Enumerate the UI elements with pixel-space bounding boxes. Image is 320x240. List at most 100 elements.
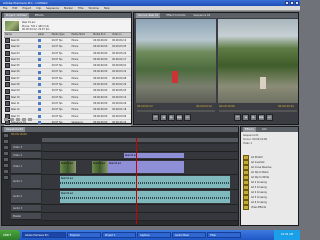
tab-project[interactable]: Project: Untitled	[4, 13, 29, 18]
col-name[interactable]: Name	[4, 33, 38, 37]
track-header[interactable]: Master	[11, 213, 41, 220]
step-forward-button[interactable]: ▶▶	[258, 114, 265, 121]
menu-edit[interactable]: Edit	[12, 6, 17, 10]
menu-help[interactable]: Help	[104, 6, 110, 10]
taskbar-item[interactable]: Project 1	[102, 232, 136, 238]
cell-label	[37, 120, 52, 125]
timeline-clip[interactable]: Reel 04.avi	[124, 153, 184, 158]
track-lane[interactable]: Reel 02.avi	[42, 190, 238, 205]
close-icon[interactable]	[295, 1, 299, 5]
track-lane[interactable]: Reel 04.avi	[42, 152, 238, 160]
minimize-icon[interactable]	[285, 1, 289, 5]
track-lane[interactable]	[42, 144, 238, 152]
menu-sequence[interactable]: Sequence	[46, 6, 59, 10]
taskbar-item[interactable]: Audio Mixer	[172, 232, 206, 238]
new-item-icon[interactable]	[22, 118, 26, 121]
cell-type: Movie	[71, 70, 79, 74]
tab-effects[interactable]: Effects	[243, 127, 256, 132]
maximize-icon[interactable]	[290, 1, 294, 5]
program-scrubber[interactable]	[219, 110, 297, 112]
tab-source[interactable]: Source: Reel 01	[136, 13, 161, 18]
tab-info[interactable]: Info	[260, 127, 269, 132]
cell-end: 00;00;03;05	[112, 45, 127, 49]
cell-end: 00;00;04;12	[112, 39, 127, 42]
col-media-end[interactable]: Media End	[93, 33, 112, 37]
track-header[interactable]: Audio 1	[11, 175, 41, 189]
col-media-start[interactable]: Media Start	[71, 33, 93, 37]
step-forward-button[interactable]: ▶▶	[176, 114, 183, 121]
play-button[interactable]: ▶	[168, 114, 175, 121]
program-monitor-video[interactable]	[218, 19, 298, 103]
menu-title[interactable]: Title	[78, 6, 84, 10]
tab-effect-controls[interactable]: Effect Controls	[164, 13, 187, 18]
slip-tool-icon[interactable]	[3, 157, 9, 162]
track-header[interactable]: Audio 3	[11, 205, 41, 212]
tab-program[interactable]: Sequence 01	[191, 13, 212, 18]
new-bin-icon[interactable]	[16, 118, 20, 121]
source-monitor-video[interactable]	[136, 19, 216, 103]
go-to-out-button[interactable]: ⏭	[184, 114, 191, 121]
zoom-tool-icon[interactable]	[3, 175, 9, 180]
source-scrubber[interactable]	[137, 110, 215, 112]
video-subject	[260, 77, 266, 89]
go-to-in-button[interactable]: ⏮	[152, 114, 159, 121]
step-back-button[interactable]: ◀	[160, 114, 167, 121]
timeline-playhead[interactable]	[136, 138, 137, 224]
timeline-audio-clip[interactable]: Reel 02.avi	[60, 191, 230, 203]
track-lane[interactable]	[42, 213, 238, 221]
menu-marker[interactable]: Marker	[64, 6, 73, 10]
track-lane[interactable]: Reel 01.avi	[42, 175, 238, 190]
trash-icon[interactable]	[28, 118, 32, 121]
track-header[interactable]: Video 3	[11, 144, 41, 151]
icon-view-icon[interactable]	[10, 118, 14, 121]
col-media-type[interactable]: Media Type	[52, 33, 72, 37]
taskbar-item[interactable]: Adobe Premiere Pro	[22, 232, 66, 238]
track-select-icon[interactable]	[3, 139, 9, 144]
step-back-button[interactable]: ◀	[242, 114, 249, 121]
start-button[interactable]: start	[0, 230, 20, 240]
go-to-out-button[interactable]: ⏭	[266, 114, 273, 121]
razor-tool-icon[interactable]	[3, 151, 9, 156]
timeline-clip[interactable]: Reel 03.avi	[108, 161, 184, 173]
menu-file[interactable]: File	[3, 6, 7, 10]
timeline-clip[interactable]: Reel 02.avi	[92, 161, 108, 173]
timeline-timecode[interactable]: 00;00;16;06	[11, 133, 27, 136]
col-label[interactable]: Label	[38, 33, 52, 37]
audio-waveform	[60, 182, 230, 184]
list-view-icon[interactable]	[4, 118, 8, 121]
taskbar-item[interactable]: Capture	[137, 232, 171, 238]
clip-name: Reel 11	[11, 101, 20, 105]
track-video-3: Video 3	[11, 144, 238, 152]
program-timecode[interactable]: 00;00;16;06	[219, 105, 235, 108]
tab-effects-project[interactable]: Effects	[33, 13, 46, 18]
col-video-in[interactable]: Video In	[112, 33, 131, 37]
tab-sequence[interactable]: Sequence 01	[4, 127, 25, 132]
track-header[interactable]: Video 1	[11, 160, 41, 174]
pen-tool-icon[interactable]	[3, 163, 9, 168]
time-ruler[interactable]	[42, 138, 238, 142]
timeline-clip[interactable]: Reel 01.avi	[60, 161, 76, 173]
track-lane[interactable]	[42, 205, 238, 213]
ripple-edit-icon[interactable]	[3, 145, 9, 150]
menu-window[interactable]: Window	[88, 6, 98, 10]
cell-label	[37, 114, 52, 119]
hand-tool-icon[interactable]	[3, 169, 9, 174]
go-to-in-button[interactable]: ⏮	[234, 114, 241, 121]
track-header[interactable]: Video 2	[11, 152, 41, 159]
track-lane[interactable]: Reel 01.avi Reel 02.avi Reel 03.avi	[42, 160, 238, 175]
effect-item[interactable]: Video Effects	[243, 205, 298, 210]
taskbar-item[interactable]: Titler	[207, 232, 241, 238]
menu-clip[interactable]: Clip	[36, 6, 41, 10]
menu-project[interactable]: Project	[22, 6, 31, 10]
selection-tool-icon[interactable]	[3, 133, 9, 138]
track-master: Master	[11, 213, 238, 221]
play-button[interactable]: ▶	[250, 114, 257, 121]
timeline-audio-clip[interactable]: Reel 01.avi	[60, 176, 230, 188]
track-header[interactable]: Audio 2	[11, 190, 41, 204]
cell-start: 00;00;00;00	[93, 101, 108, 105]
clip-icon	[5, 75, 10, 81]
taskbar-item[interactable]: Explorer	[67, 232, 101, 238]
source-timecode[interactable]: 00;00;00;12	[137, 105, 153, 108]
cell-start: 00;00;00;00	[93, 114, 108, 118]
cell-rate: 29.97 fps	[51, 108, 63, 112]
